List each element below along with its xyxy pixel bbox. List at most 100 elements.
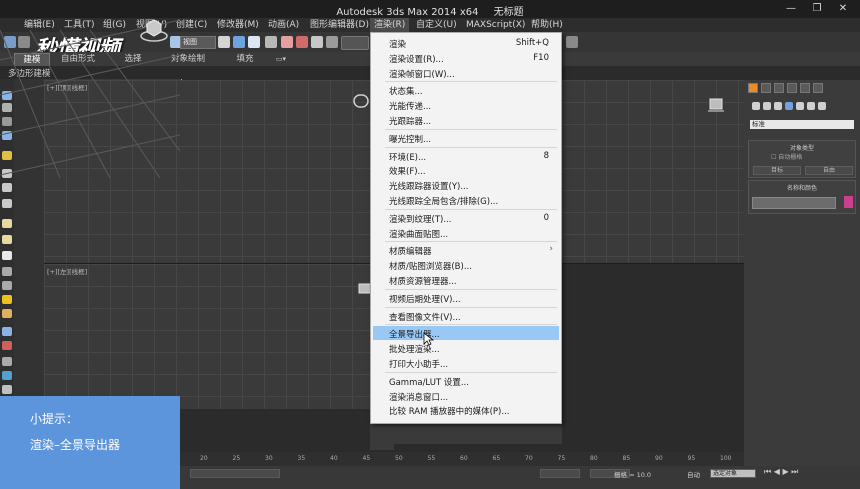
move-icon[interactable]: [233, 36, 245, 48]
render-menu-item[interactable]: 曝光控制...: [373, 131, 559, 145]
tool-icon[interactable]: [2, 199, 12, 208]
tool-icon[interactable]: [2, 385, 12, 394]
category-dropdown[interactable]: 标准: [750, 120, 854, 129]
render-menu-item[interactable]: 光线跟踪器设置(Y)...: [373, 178, 559, 192]
viewport-left-label[interactable]: [+][左][线框]: [47, 266, 87, 276]
render-menu-item[interactable]: 打印大小助手...: [373, 356, 559, 370]
viewport-perspective[interactable]: [0, 0, 182, 180]
render-menu-item[interactable]: 渲染帧窗口(W)...: [373, 66, 559, 80]
render-menu-item[interactable]: 状态集...: [373, 83, 559, 97]
render-menu-item[interactable]: 渲染曲面贴图...: [373, 226, 559, 240]
render-menu-item[interactable]: 视频后期处理(V)...: [373, 291, 559, 305]
viewport-front[interactable]: [562, 80, 744, 263]
tool-icon[interactable]: [2, 309, 12, 318]
cameras-icon[interactable]: [785, 102, 793, 110]
name-color-title[interactable]: 名称和颜色: [749, 183, 855, 192]
auto-grid-checkbox[interactable]: ☐ 自动栅格: [771, 152, 802, 161]
render-menu-item-label: 渲染到纹理(T)...: [389, 214, 452, 225]
menu-graph-editors[interactable]: 图形编辑器(D): [310, 18, 369, 32]
render-menu-item[interactable]: Gamma/LUT 设置...: [373, 374, 559, 388]
tool-icon[interactable]: [2, 341, 12, 350]
create-tab-icon[interactable]: [748, 83, 758, 93]
object-type-title[interactable]: 对象类型: [749, 143, 855, 152]
menu-help[interactable]: 帮助(H): [531, 18, 563, 32]
render-menu-item[interactable]: 材质资源管理器...: [373, 273, 559, 287]
shapes-icon[interactable]: [763, 102, 771, 110]
menu-customize[interactable]: 自定义(U): [416, 18, 457, 32]
ribbon-tab-populate[interactable]: 填充: [228, 53, 262, 65]
render-menu-item[interactable]: 材质/贴图浏览器(B)...: [373, 258, 559, 272]
render-menu-item[interactable]: 光能传递...: [373, 98, 559, 112]
tool-icon[interactable]: [2, 251, 12, 260]
render-menu-item[interactable]: 渲染消息窗口...: [373, 389, 559, 403]
render-setup-icon[interactable]: [566, 36, 578, 48]
menu-animation[interactable]: 动画(A): [268, 18, 299, 32]
angle-snap-icon[interactable]: [296, 36, 308, 48]
playback-controls[interactable]: ⏮ ◀ ▶ ⏭: [764, 467, 798, 477]
mirror-icon[interactable]: [326, 36, 338, 48]
menu-maxscript[interactable]: MAXScript(X): [466, 18, 525, 32]
tool-icon[interactable]: [2, 357, 12, 366]
tool-icon[interactable]: [2, 327, 12, 336]
utilities-tab-icon[interactable]: [813, 83, 823, 93]
minimize-button[interactable]: —: [778, 2, 804, 16]
select-region-icon[interactable]: [218, 36, 230, 48]
render-menu-item[interactable]: 渲染设置(R)... F10: [373, 51, 559, 65]
scale-icon[interactable]: [265, 36, 277, 48]
render-menu-item[interactable]: 环境(E)... 8: [373, 149, 559, 163]
render-menu-item[interactable]: 渲染 Shift+Q: [373, 36, 559, 50]
object-color-swatch[interactable]: [844, 196, 853, 208]
free-camera-button[interactable]: 自由: [805, 166, 853, 175]
menu-create[interactable]: 创建(C): [176, 18, 207, 32]
ribbon-options-icon[interactable]: ▭▾: [272, 53, 290, 65]
target-camera-button[interactable]: 目标: [753, 166, 801, 175]
auto-key-label[interactable]: 自动: [687, 469, 700, 479]
status-field[interactable]: [190, 469, 280, 478]
tool-icon[interactable]: [2, 371, 12, 380]
helpers-icon[interactable]: [796, 102, 804, 110]
menu-rendering[interactable]: 渲染(R): [370, 18, 410, 32]
render-menu-item-label: 光能传递...: [389, 102, 432, 113]
tool-icon[interactable]: [2, 267, 12, 276]
render-menu-item[interactable]: 光跟踪器...: [373, 113, 559, 127]
tool-icon[interactable]: [2, 295, 12, 304]
render-menu-item[interactable]: 材质编辑器 ›: [373, 243, 559, 257]
render-menu-item[interactable]: 全景导出器...: [373, 326, 559, 341]
motion-tab-icon[interactable]: [787, 83, 797, 93]
object-name-field[interactable]: [752, 197, 836, 209]
geometry-icon[interactable]: [752, 102, 760, 110]
spacewarps-icon[interactable]: [807, 102, 815, 110]
tool-icon[interactable]: [2, 219, 12, 228]
restore-button[interactable]: ❐: [804, 2, 830, 16]
viewcube-icon[interactable]: [707, 98, 725, 112]
viewport-left[interactable]: [+][左][线框]: [44, 264, 372, 409]
tool-icon[interactable]: [2, 235, 12, 244]
render-menu-item[interactable]: 渲染到纹理(T)... 0: [373, 211, 559, 225]
snap-icon[interactable]: [281, 36, 293, 48]
render-menu-item[interactable]: 比较 RAM 播放器中的媒体(P)...: [373, 403, 559, 417]
rotate-icon[interactable]: [248, 36, 260, 48]
modify-tab-icon[interactable]: [761, 83, 771, 93]
timeline[interactable]: 20 25 30 35 40 45 50 55 60 65 70 75 80 85 90 95 100: [180, 452, 744, 466]
render-menu-item-label: 光跟踪器...: [389, 117, 432, 127]
hierarchy-tab-icon[interactable]: [774, 83, 784, 93]
close-button[interactable]: ✕: [830, 2, 856, 16]
render-menu-item[interactable]: 查看图像文件(V)...: [373, 309, 559, 323]
tool-icon[interactable]: [2, 281, 12, 290]
timeline-tick-label: 85: [622, 455, 631, 462]
systems-icon[interactable]: [818, 102, 826, 110]
viewcube-icon[interactable]: [352, 94, 370, 108]
display-tab-icon[interactable]: [800, 83, 810, 93]
render-menu-item[interactable]: 光线跟踪全局包含/排除(G)...: [373, 193, 559, 207]
render-menu-item[interactable]: 批处理渲染...: [373, 341, 559, 355]
menu-modifiers[interactable]: 修改器(M): [217, 18, 259, 32]
render-menu-item[interactable]: 效果(F)...: [373, 163, 559, 177]
tool-icon[interactable]: [2, 183, 12, 192]
viewcube-icon[interactable]: [140, 18, 168, 42]
named-selection-field[interactable]: [341, 36, 369, 50]
set-key-dropdown[interactable]: 选定对象: [710, 469, 756, 478]
lights-icon[interactable]: [774, 102, 782, 110]
selection-filter-dropdown[interactable]: 视图: [180, 36, 216, 49]
percent-snap-icon[interactable]: [311, 36, 323, 48]
x-coord-field[interactable]: [540, 469, 580, 478]
